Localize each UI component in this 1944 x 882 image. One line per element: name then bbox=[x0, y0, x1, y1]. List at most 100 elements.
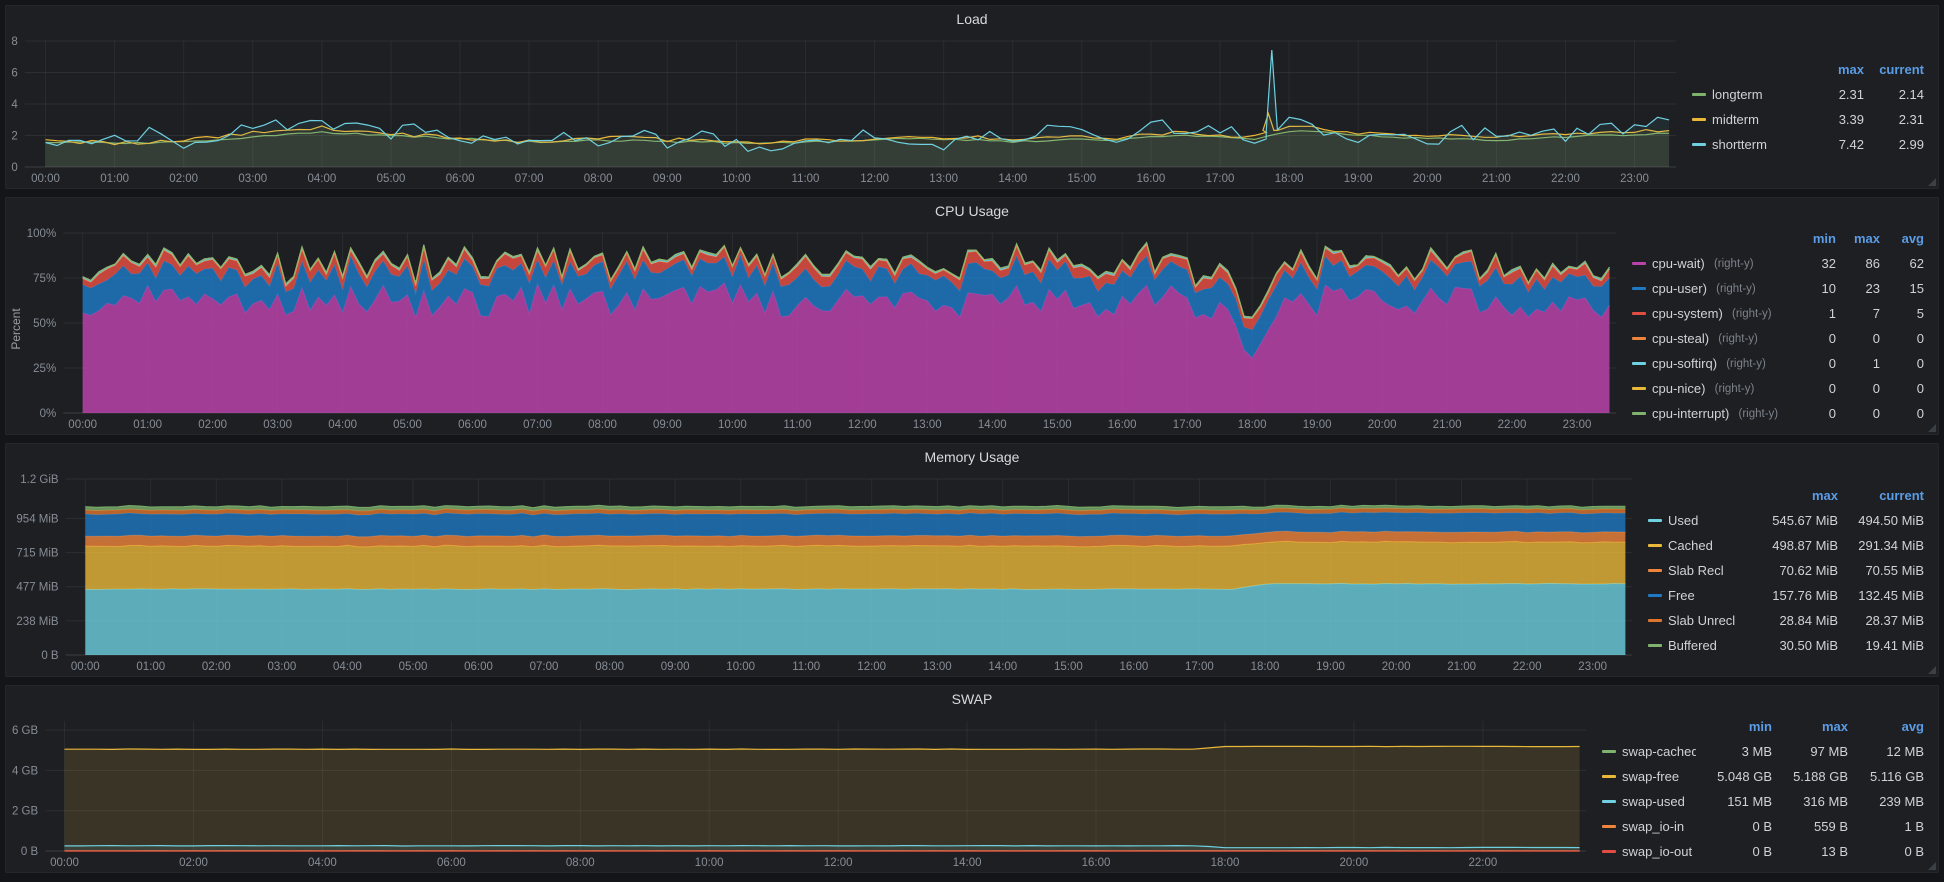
series-axis-note: (right-y) bbox=[1715, 332, 1758, 345]
legend-value: 97 MB bbox=[1810, 744, 1848, 759]
legend-item-cpu-softirq[interactable]: cpu-softirq) (right-y) 0 1 0 bbox=[1632, 351, 1924, 376]
panel-resize-handle[interactable] bbox=[1928, 862, 1936, 870]
legend-value: 28.37 MiB bbox=[1865, 612, 1924, 628]
legend-item-midterm[interactable]: midterm 3.39 2.31 bbox=[1692, 107, 1924, 132]
svg-text:15:00: 15:00 bbox=[1067, 173, 1096, 185]
svg-text:11:00: 11:00 bbox=[792, 173, 820, 185]
legend-item-used[interactable]: Used 545.67 MiB 494.50 MiB bbox=[1648, 508, 1924, 533]
svg-text:11:00: 11:00 bbox=[792, 661, 820, 673]
series-color-swatch bbox=[1632, 287, 1646, 290]
load-chart[interactable]: 00:00 01:00 02:00 03:00 04:00 05:00 06:00 07:00… bbox=[6, 32, 1686, 188]
cpu-usage-chart[interactable]: 00:00 01:00 02:00 03:00 04:00 05:00 06:00 07:00… bbox=[24, 224, 1626, 434]
series-color-swatch bbox=[1632, 337, 1646, 340]
series-color-swatch bbox=[1602, 825, 1616, 828]
legend-item-longterm[interactable]: longterm 2.31 2.14 bbox=[1692, 82, 1924, 107]
legend-item-cpu-steal[interactable]: cpu-steal) (right-y) 0 0 0 bbox=[1632, 326, 1924, 351]
series-color-swatch bbox=[1632, 387, 1646, 390]
legend-value: 13 B bbox=[1821, 844, 1848, 859]
series-label: cpu-system) bbox=[1652, 306, 1723, 321]
series-color-swatch bbox=[1692, 143, 1706, 146]
legend-value: 10 bbox=[1821, 281, 1836, 296]
series-color-swatch bbox=[1648, 643, 1662, 647]
legend-value: 30.50 MiB bbox=[1779, 637, 1838, 653]
svg-text:4: 4 bbox=[11, 99, 18, 111]
svg-text:18:00: 18:00 bbox=[1251, 661, 1280, 673]
legend-item-cpu-wait[interactable]: cpu-wait) (right-y) 32 86 62 bbox=[1632, 251, 1924, 276]
svg-text:2 GB: 2 GB bbox=[12, 806, 39, 818]
swap-chart[interactable]: 00:00 02:00 04:00 06:00 08:00 10:00 12:00 14:00… bbox=[6, 712, 1596, 872]
legend-column-max[interactable]: max bbox=[1772, 719, 1848, 734]
legend-column-current[interactable]: current bbox=[1838, 488, 1924, 503]
panel-resize-handle[interactable] bbox=[1928, 666, 1936, 674]
svg-text:06:00: 06:00 bbox=[464, 661, 493, 673]
legend-item-buffered[interactable]: Buffered 30.50 MiB 19.41 MiB bbox=[1648, 633, 1924, 658]
panel-title-swap[interactable]: SWAP bbox=[6, 686, 1938, 712]
legend-item-swap-cached[interactable]: swap-cached 3 MB 97 MB 12 MB bbox=[1602, 739, 1924, 764]
panel-resize-handle[interactable] bbox=[1928, 178, 1936, 186]
svg-text:0%: 0% bbox=[40, 408, 57, 420]
svg-text:23:00: 23:00 bbox=[1578, 661, 1607, 673]
svg-text:20:00: 20:00 bbox=[1368, 419, 1397, 431]
svg-text:12:00: 12:00 bbox=[860, 173, 889, 185]
legend-item-slabunrecl[interactable]: Slab Unrecl 28.84 MiB 28.37 MiB bbox=[1648, 608, 1924, 633]
svg-text:19:00: 19:00 bbox=[1303, 419, 1332, 431]
svg-text:00:00: 00:00 bbox=[68, 419, 97, 431]
legend-column-min[interactable]: min bbox=[1792, 231, 1836, 246]
legend-value: 0 bbox=[1828, 356, 1836, 371]
series-color-swatch bbox=[1648, 568, 1662, 572]
svg-text:16:00: 16:00 bbox=[1137, 173, 1166, 185]
svg-text:13:00: 13:00 bbox=[929, 173, 958, 185]
svg-text:07:00: 07:00 bbox=[530, 661, 559, 673]
legend-column-avg[interactable]: avg bbox=[1880, 231, 1924, 246]
legend-item-cpu-interrupt[interactable]: cpu-interrupt) (right-y) 0 0 0 bbox=[1632, 401, 1924, 426]
series-label: midterm bbox=[1712, 112, 1759, 127]
legend-item-swap_io-in[interactable]: swap_io-in 0 B 559 B 1 B bbox=[1602, 814, 1924, 839]
legend-item-swap-used[interactable]: swap-used 151 MB 316 MB 239 MB bbox=[1602, 789, 1924, 814]
panel-title-cpu[interactable]: CPU Usage bbox=[6, 198, 1938, 224]
svg-text:00:00: 00:00 bbox=[71, 661, 100, 673]
legend-value: 0 bbox=[1916, 356, 1924, 371]
legend-item-slabrecl[interactable]: Slab Recl 70.62 MiB 70.55 MiB bbox=[1648, 558, 1924, 583]
legend-column-max[interactable]: max bbox=[1836, 231, 1880, 246]
svg-text:08:00: 08:00 bbox=[584, 173, 613, 185]
legend-value: 0 B bbox=[1752, 819, 1772, 834]
legend-column-current[interactable]: current bbox=[1864, 62, 1924, 77]
svg-text:15:00: 15:00 bbox=[1054, 661, 1083, 673]
series-color-swatch bbox=[1692, 118, 1706, 121]
svg-text:03:00: 03:00 bbox=[268, 661, 297, 673]
legend-value: 12 MB bbox=[1886, 744, 1924, 759]
series-label: cpu-nice) bbox=[1652, 381, 1706, 396]
legend-item-cpu-system[interactable]: cpu-system) (right-y) 1 7 5 bbox=[1632, 301, 1924, 326]
legend-value: 494.50 MiB bbox=[1858, 512, 1924, 528]
svg-text:22:00: 22:00 bbox=[1498, 419, 1527, 431]
legend-column-avg[interactable]: avg bbox=[1848, 719, 1924, 734]
series-color-swatch bbox=[1602, 775, 1616, 778]
legend-column-max[interactable]: max bbox=[1804, 62, 1864, 77]
legend-item-cpu-user[interactable]: cpu-user) (right-y) 10 23 15 bbox=[1632, 276, 1924, 301]
swap-legend: min max avg swap-cached 3 MB 97 MB 12 MB swap-f… bbox=[1596, 712, 1938, 872]
panel-title-memory[interactable]: Memory Usage bbox=[6, 444, 1938, 470]
legend-column-max[interactable]: max bbox=[1752, 488, 1838, 503]
svg-text:01:00: 01:00 bbox=[100, 173, 129, 185]
memory-usage-chart[interactable]: 00:00 01:00 02:00 03:00 04:00 05:00 06:00 07:00… bbox=[6, 470, 1642, 676]
svg-text:10:00: 10:00 bbox=[718, 419, 747, 431]
legend-item-free[interactable]: Free 157.76 MiB 132.45 MiB bbox=[1648, 583, 1924, 608]
series-axis-note: (right-y) bbox=[1710, 257, 1754, 270]
legend-item-cpu-nice[interactable]: cpu-nice) (right-y) 0 0 0 bbox=[1632, 376, 1924, 401]
series-label: cpu-softirq) bbox=[1652, 356, 1718, 371]
panel-title-load[interactable]: Load bbox=[6, 6, 1938, 32]
legend-item-shortterm[interactable]: shortterm 7.42 2.99 bbox=[1692, 132, 1924, 157]
legend-column-min[interactable]: min bbox=[1696, 719, 1772, 734]
legend-item-cached[interactable]: Cached 498.87 MiB 291.34 MiB bbox=[1648, 533, 1924, 558]
series-label: cpu-user) bbox=[1652, 281, 1707, 296]
cpu-legend: min max avg cpu-wait) (right-y) 32 86 62 cpu-us… bbox=[1626, 224, 1938, 434]
panel-resize-handle[interactable] bbox=[1928, 424, 1936, 432]
legend-value: 0 bbox=[1828, 406, 1836, 421]
svg-text:10:00: 10:00 bbox=[722, 173, 751, 185]
legend-value: 5.048 GB bbox=[1717, 769, 1772, 784]
legend-item-swap_io-out[interactable]: swap_io-out 0 B 13 B 0 B bbox=[1602, 839, 1924, 864]
series-color-swatch bbox=[1648, 543, 1662, 547]
legend-value: 62 bbox=[1909, 256, 1924, 271]
memory-legend: max current Used 545.67 MiB 494.50 MiB Cached… bbox=[1642, 470, 1938, 676]
legend-item-swap-free[interactable]: swap-free 5.048 GB 5.188 GB 5.116 GB bbox=[1602, 764, 1924, 789]
